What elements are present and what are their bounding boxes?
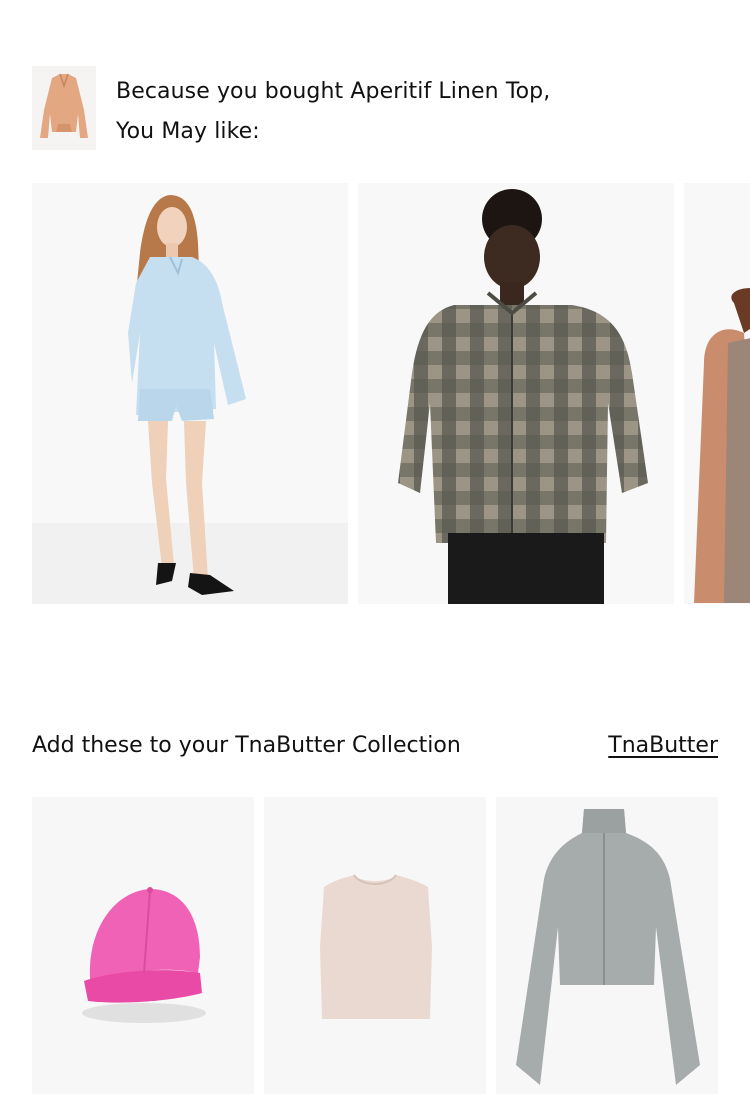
product-card[interactable] xyxy=(264,797,486,1094)
collection-link[interactable]: TnaButter xyxy=(608,728,718,764)
recommendation-card[interactable] xyxy=(358,183,674,604)
beige-crop-tank-image xyxy=(264,797,486,1094)
grey-zip-jacket-image xyxy=(496,797,718,1094)
recommendation-subtitle: You May like: xyxy=(116,119,260,144)
plaid-ruffle-button-blouse-image xyxy=(358,183,674,604)
product-card[interactable] xyxy=(496,797,718,1094)
recommendation-card[interactable] xyxy=(684,183,750,604)
collection-header: Add these to your TnaButter Collection T… xyxy=(32,728,718,764)
aperitif-linen-top-image xyxy=(32,66,96,150)
light-blue-linen-shirt-and-shorts-image xyxy=(32,183,348,604)
recommendation-header: Because you bought Aperitif Linen Top, Y… xyxy=(32,66,550,152)
pink-baseball-cap-image xyxy=(32,797,254,1094)
collection-title: Add these to your TnaButter Collection xyxy=(32,733,461,758)
recommendation-carousel[interactable] xyxy=(32,183,750,604)
product-card[interactable] xyxy=(32,797,254,1094)
collection-product-grid[interactable] xyxy=(32,797,750,1094)
recommendation-message: Because you bought Aperitif Linen Top, Y… xyxy=(116,72,550,152)
bought-item-thumbnail[interactable] xyxy=(32,66,96,150)
recommendation-card[interactable] xyxy=(32,183,348,604)
recommendation-reason: Because you bought Aperitif Linen Top, xyxy=(116,79,551,104)
taupe-tank-top-image xyxy=(684,183,750,604)
